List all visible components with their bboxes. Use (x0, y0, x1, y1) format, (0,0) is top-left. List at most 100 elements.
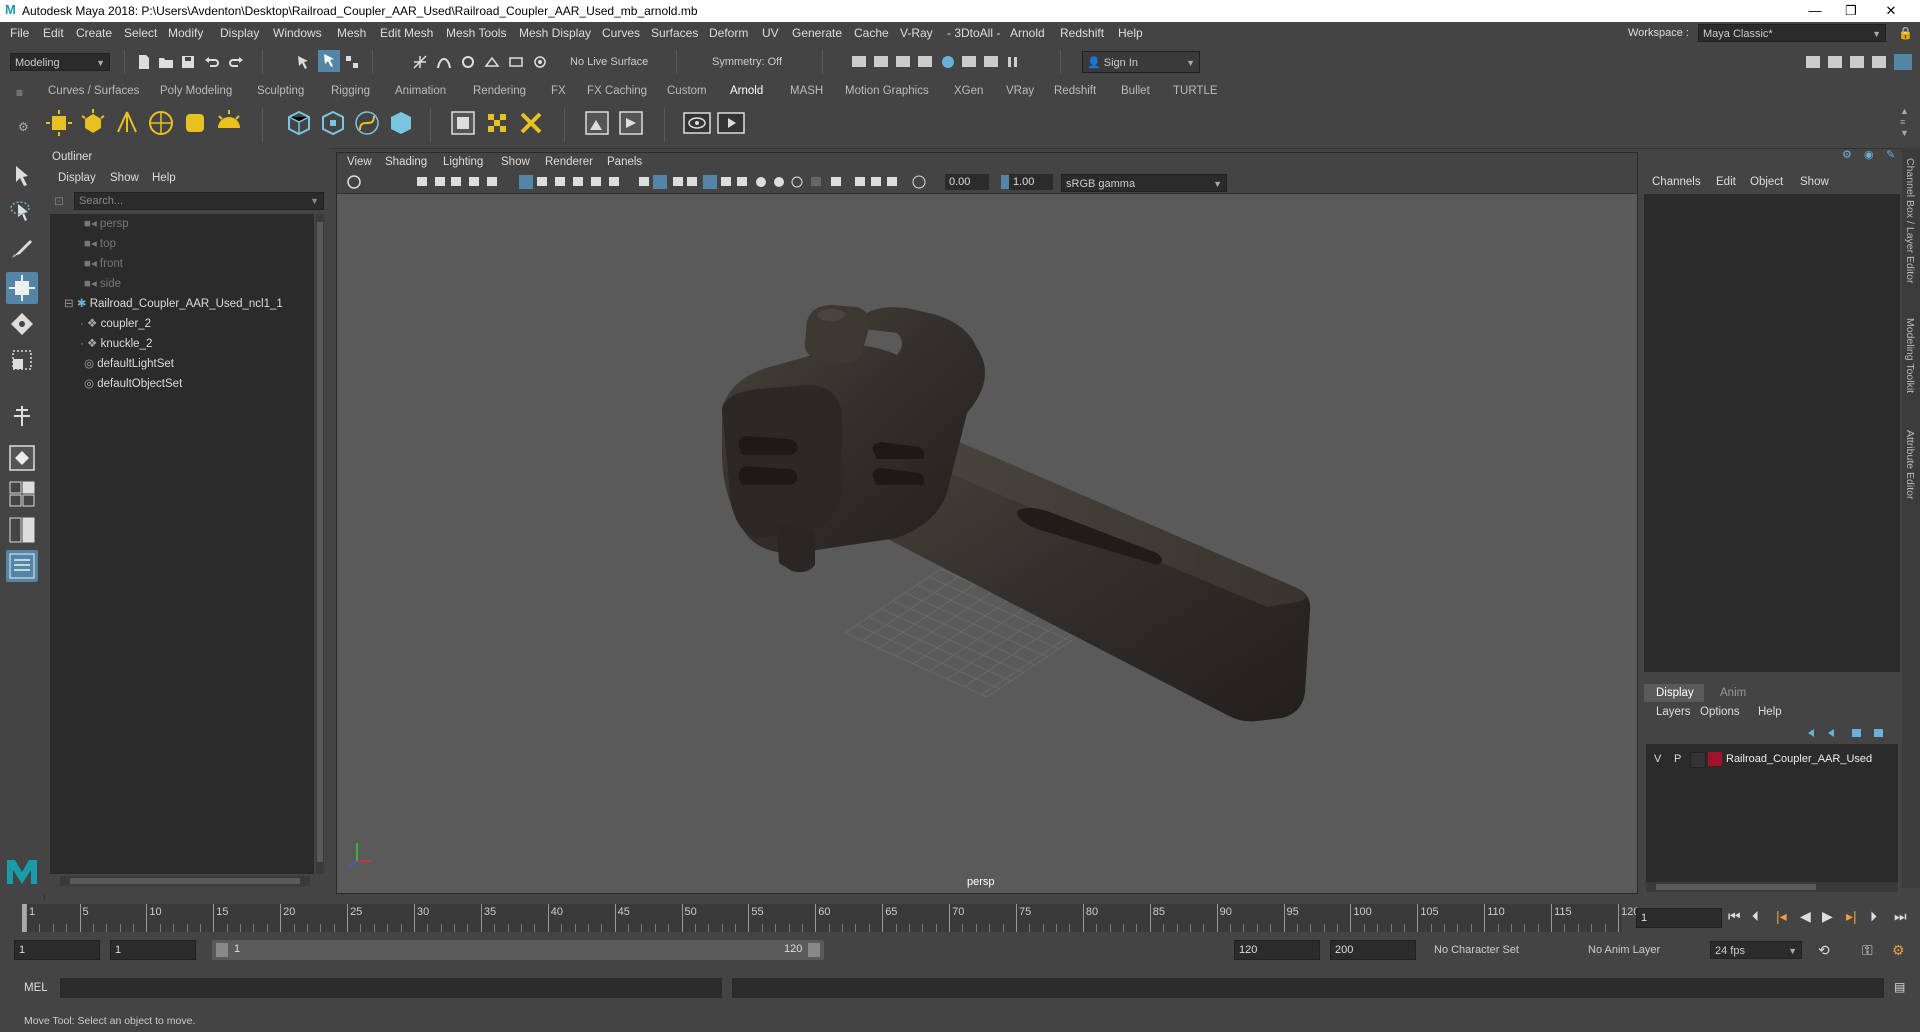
animation-end-field[interactable]: 200 (1330, 940, 1416, 960)
live-surface-field[interactable]: No Live Surface (566, 53, 666, 71)
create-volume-icon[interactable] (284, 108, 314, 138)
lasso-tool[interactable] (6, 196, 38, 228)
move-layer-down-icon[interactable] (1828, 729, 1834, 737)
outliner-item[interactable]: · ❖ coupler_2 (80, 314, 151, 334)
outliner-item[interactable]: · ❖ knuckle_2 (80, 334, 152, 354)
tab-sculpting[interactable]: Sculpting (257, 85, 304, 97)
layer-playback-toggle[interactable]: P (1674, 753, 1681, 765)
playback-end-field[interactable]: 120 (1234, 940, 1320, 960)
vp-menu-panels[interactable]: Panels (607, 156, 642, 168)
tab-fx[interactable]: FX (551, 85, 566, 97)
vp-menu-lighting[interactable]: Lighting (443, 156, 483, 168)
fps-dropdown[interactable]: 24 fps ▼ (1710, 941, 1802, 959)
menu-uv[interactable]: UV (762, 26, 779, 40)
export-stand-in-icon[interactable] (386, 108, 416, 138)
menu-surfaces[interactable]: Surfaces (651, 26, 698, 40)
play-forward-icon[interactable]: ▶ (1822, 908, 1833, 925)
tab-bullet[interactable]: Bullet (1121, 85, 1150, 97)
tab-rigging[interactable]: Rigging (331, 85, 370, 97)
menu-modify[interactable]: Modify (168, 26, 203, 40)
time-slider-track[interactable]: 1 5 10 15 20 25 30 35 40 45 50 55 60 65 70 75 80 85 90 95 10… (22, 904, 1639, 932)
outliner-vscrollbar[interactable] (316, 214, 324, 874)
playback-start-field[interactable]: 1 (110, 940, 196, 960)
grid-icon[interactable] (519, 175, 533, 189)
move-tool[interactable] (6, 272, 38, 304)
shelf-scroll-icon[interactable]: ▲ ≡ ▼ (1900, 106, 1909, 139)
undo-icon[interactable] (204, 54, 220, 70)
tab-animation[interactable]: Animation (395, 85, 446, 97)
tab-motion-graphics[interactable]: Motion Graphics (845, 85, 929, 97)
snap-live-icon[interactable] (508, 54, 524, 70)
tab-xgen[interactable]: XGen (954, 85, 983, 97)
render-pass-icon[interactable] (582, 108, 612, 138)
menu-mesh-tools[interactable]: Mesh Tools (446, 26, 506, 40)
range-bar[interactable]: 1 120 (212, 940, 824, 960)
tab-rendering[interactable]: Rendering (473, 85, 526, 97)
vp-menu-shading[interactable]: Shading (385, 156, 427, 168)
outliner-item[interactable]: ■◂ side (84, 274, 121, 294)
script-editor-icon[interactable]: ▤ (1894, 980, 1905, 994)
collapse-icon[interactable]: ⊟ (64, 298, 77, 310)
scroll-thumb[interactable] (1656, 884, 1816, 890)
channel-box-icon[interactable] (1894, 54, 1912, 70)
side-tab-channel-box[interactable]: Channel Box / Layer Editor (1904, 158, 1916, 284)
anim-layer-dropdown[interactable]: No Anim Layer (1584, 941, 1684, 959)
use-lights-icon[interactable] (703, 175, 717, 189)
xray-joints-icon[interactable] (855, 177, 865, 186)
auto-key-icon[interactable]: ⚿ (1862, 942, 1873, 959)
outliner-item[interactable]: ◎ defaultLightSet (84, 354, 174, 374)
animation-start-field[interactable]: 1 (14, 940, 100, 960)
menu-windows[interactable]: Windows (273, 26, 322, 40)
layer-menu-layers[interactable]: Layers (1656, 706, 1691, 718)
menu-edit-mesh[interactable]: Edit Mesh (380, 26, 433, 40)
resolution-gate-icon[interactable] (555, 177, 565, 186)
filter-icon[interactable]: ⊡ (54, 194, 64, 208)
layer-menu-help[interactable]: Help (1758, 706, 1782, 718)
2d-pan-icon[interactable] (451, 177, 461, 186)
menu-file[interactable]: File (10, 26, 29, 40)
step-forward-key-icon[interactable]: ⏵ (1870, 908, 1877, 925)
motion-blur-icon[interactable] (756, 177, 766, 187)
menu-arnold[interactable]: Arnold (1010, 26, 1045, 40)
channelbox-menu-edit[interactable]: Edit (1716, 176, 1736, 188)
textured-icon[interactable] (687, 177, 697, 186)
skydome-light-icon[interactable] (146, 108, 176, 138)
layer-menu-options[interactable]: Options (1700, 706, 1740, 718)
new-layer-icon[interactable] (1852, 729, 1861, 737)
color-space-dropdown[interactable]: sRGB gamma ▼ (1061, 174, 1227, 192)
menu-select[interactable]: Select (124, 26, 157, 40)
tab-poly-modeling[interactable]: Poly Modeling (160, 85, 232, 97)
step-back-frame-icon[interactable]: |◂ (1776, 908, 1787, 925)
curve-collector-icon[interactable] (352, 108, 382, 138)
single-pane-layout[interactable] (6, 442, 38, 474)
grease-pencil-icon[interactable] (469, 177, 479, 186)
safe-action-icon[interactable] (609, 177, 619, 186)
outliner-menu-display[interactable]: Display (58, 172, 96, 184)
menu-display[interactable]: Display (220, 26, 259, 40)
channelbox-menu-object[interactable]: Object (1750, 176, 1783, 188)
photometric-light-icon[interactable] (112, 108, 142, 138)
range-end-handle[interactable] (808, 943, 820, 957)
film-gate-icon[interactable] (537, 177, 547, 186)
layer-visibility-toggle[interactable]: V (1654, 753, 1661, 765)
multi-cut-tool[interactable] (6, 400, 38, 432)
pause-icon[interactable] (1008, 57, 1011, 67)
channelbox-menu-show[interactable]: Show (1800, 176, 1829, 188)
new-scene-icon[interactable] (136, 54, 152, 70)
outliner-hscrollbar[interactable] (60, 876, 310, 886)
loop-icon[interactable]: ⟲ (1818, 942, 1830, 959)
attribute-editor-icon[interactable] (1850, 56, 1864, 68)
minimize-button[interactable]: — (1800, 2, 1830, 20)
workspace-dropdown[interactable]: Maya Classic* ▼ (1698, 24, 1886, 42)
restore-button[interactable]: ❐ (1836, 2, 1866, 20)
new-layer-selected-icon[interactable] (1874, 729, 1883, 737)
outliner-item[interactable]: ⊟ ✱ Railroad_Coupler_AAR_Used_ncl1_1 (64, 294, 283, 314)
tab-custom[interactable]: Custom (667, 85, 707, 97)
layer-row[interactable]: V P Railroad_Coupler_AAR_Used (1646, 750, 1898, 770)
vp-menu-show[interactable]: Show (501, 156, 530, 168)
ambient-occlusion-icon[interactable] (737, 177, 747, 186)
physical-sky-icon[interactable] (214, 108, 244, 138)
exposure-icon[interactable] (912, 175, 926, 189)
utility-shader-icon[interactable] (516, 108, 546, 138)
aov-icon[interactable] (616, 108, 646, 138)
